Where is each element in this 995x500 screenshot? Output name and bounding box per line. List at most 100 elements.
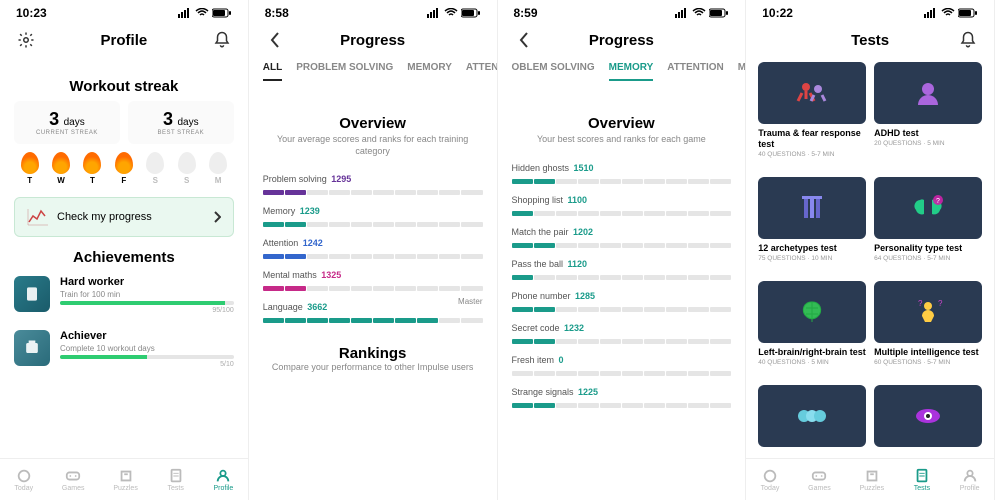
settings-button[interactable] (14, 28, 38, 52)
flame-icon (209, 152, 227, 174)
best-streak-num: 3 (163, 109, 173, 129)
svg-text:?: ? (936, 198, 940, 205)
header: Progress (249, 22, 497, 62)
header: Profile (0, 22, 248, 62)
test-card[interactable]: Trauma & fear response test40 QUESTIONS … (758, 62, 866, 169)
test-card[interactable]: Left-brain/right-brain test40 QUESTIONS … (758, 281, 866, 377)
score-badge: Master (458, 297, 482, 306)
score-value: 1295 (331, 174, 351, 184)
notifications-button[interactable] (956, 28, 980, 52)
score-row[interactable]: Shopping list 1100 (512, 190, 732, 216)
day-row: TWTFSSM (14, 152, 234, 185)
score-row[interactable]: Phone number 1285 (512, 286, 732, 312)
tabbar-label: Puzzles (860, 485, 885, 492)
page-title: Tests (851, 32, 889, 49)
achievement-icon (14, 276, 50, 312)
tabbar-label: Today (14, 485, 33, 492)
score-row[interactable]: Memory 1239 (263, 201, 483, 227)
score-row[interactable]: Attention 1242 (263, 233, 483, 259)
columns-icon (792, 190, 832, 226)
score-value: 1100 (568, 195, 588, 205)
tabbar-tests[interactable]: Tests (167, 468, 185, 492)
tabbar-puzzles[interactable]: Puzzles (860, 468, 885, 492)
score-value: 1285 (575, 291, 595, 301)
tabbar-tests[interactable]: Tests (913, 468, 931, 492)
current-streak-num: 3 (49, 109, 59, 129)
tab-attention[interactable]: ATTENTION (466, 62, 497, 81)
score-row[interactable]: Secret code 1232 (512, 318, 732, 344)
score-row[interactable]: Mental maths 1325 (263, 265, 483, 291)
flame-icon (21, 152, 39, 174)
overview-title: Overview (263, 115, 483, 132)
tab-problem-solving[interactable]: PROBLEM SOLVING (296, 62, 393, 81)
wifi-icon (444, 8, 458, 18)
tabbar-games[interactable]: Games (62, 468, 85, 492)
tabbar-games[interactable]: Games (808, 468, 831, 492)
page-title: Progress (589, 32, 654, 49)
flame-icon (115, 152, 133, 174)
notifications-button[interactable] (210, 28, 234, 52)
test-card[interactable]: ADHD test20 QUESTIONS · 5 MIN (874, 62, 982, 169)
tabbar-label: Today (761, 485, 780, 492)
tabbar-today[interactable]: Today (761, 468, 780, 492)
tabbar-puzzles[interactable]: Puzzles (113, 468, 138, 492)
tab-memory[interactable]: MEMORY (407, 62, 452, 81)
tabbar-profile[interactable]: Profile (960, 468, 980, 492)
svg-text:?: ? (918, 299, 923, 308)
tab-mental-ma[interactable]: MENTAL MA (738, 62, 745, 81)
overview-title: Overview (512, 115, 732, 132)
score-row[interactable]: Match the pair 1202 (512, 222, 732, 248)
back-button[interactable] (512, 28, 536, 52)
day-letter: F (115, 176, 133, 185)
score-bar (263, 318, 483, 323)
score-row[interactable]: Fresh item 0 (512, 350, 732, 376)
test-card[interactable]: ??Multiple intelligence test60 QUESTIONS… (874, 281, 982, 377)
test-image: ?? (874, 281, 982, 343)
test-card[interactable] (874, 385, 982, 462)
test-meta: 75 QUESTIONS · 10 MIN (758, 255, 866, 262)
score-bar (512, 211, 732, 216)
screen-progress-memory: 8:59 Progress OBLEM SOLVINGMEMORYATTENTI… (498, 0, 747, 500)
score-value: 1242 (303, 238, 323, 248)
tabbar-today[interactable]: Today (14, 468, 33, 492)
score-bar (263, 190, 483, 195)
score-row[interactable]: Strange signals 1225 (512, 382, 732, 408)
test-card[interactable]: ?Personality type test64 QUESTIONS · 5-7… (874, 177, 982, 273)
score-row[interactable]: Pass the ball 1120 (512, 254, 732, 280)
overview-sub: Your average scores and ranks for each t… (263, 134, 483, 157)
score-row[interactable]: Hidden ghosts 1510 (512, 158, 732, 184)
signal-icon (427, 8, 441, 18)
score-label: Fresh item (512, 355, 555, 365)
current-streak-label: CURRENT STREAK (14, 130, 120, 136)
screen-profile: 10:23 Profile Workout streak 3 days CURR… (0, 0, 249, 500)
tab-oblem-solving[interactable]: OBLEM SOLVING (512, 62, 595, 81)
achievement-row[interactable]: Hard workerTrain for 100 min95/100 (14, 268, 234, 322)
score-row[interactable]: Problem solving 1295 (263, 169, 483, 195)
tab-all[interactable]: ALL (263, 62, 282, 81)
test-title: Multiple intelligence test (874, 347, 982, 358)
check-progress-button[interactable]: Check my progress (14, 197, 234, 237)
day-cell: M (209, 152, 227, 185)
bell-icon (213, 31, 231, 49)
tab-memory[interactable]: MEMORY (609, 62, 654, 81)
score-label: Secret code (512, 323, 560, 333)
games-icon (810, 468, 828, 484)
achievement-bar (60, 355, 234, 359)
tab-attention[interactable]: ATTENTION (667, 62, 723, 81)
streak-cards: 3 days CURRENT STREAK 3 days BEST STREAK (14, 101, 234, 144)
day-cell: T (83, 152, 101, 185)
back-button[interactable] (263, 28, 287, 52)
tabbar-profile[interactable]: Profile (213, 468, 233, 492)
screen-tests: 10:22 Tests Trauma & fear response test4… (746, 0, 995, 500)
test-card[interactable] (758, 385, 866, 462)
achievement-row[interactable]: AchieverComplete 10 workout days5/10 (14, 322, 234, 376)
score-value: 1202 (573, 227, 593, 237)
score-bar (512, 243, 732, 248)
score-label: Strange signals (512, 387, 574, 397)
status-bar: 10:23 (0, 0, 248, 22)
score-row[interactable]: Language 3662Master (263, 297, 483, 323)
achievement-sub: Complete 10 workout days (60, 344, 234, 353)
page-title: Profile (101, 32, 148, 49)
test-title: Left-brain/right-brain test (758, 347, 866, 358)
test-card[interactable]: 12 archetypes test75 QUESTIONS · 10 MIN (758, 177, 866, 273)
